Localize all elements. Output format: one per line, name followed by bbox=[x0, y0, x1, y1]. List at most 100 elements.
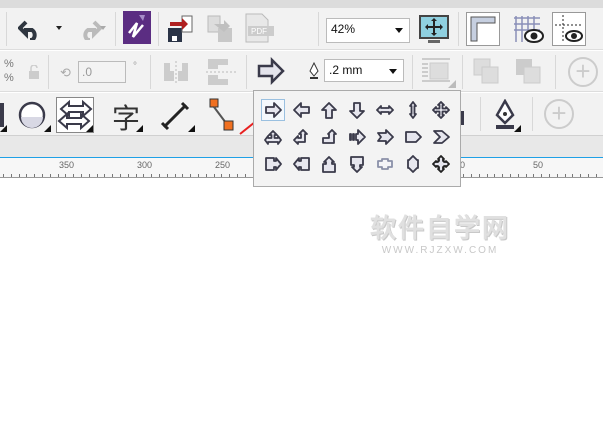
down-arrow-icon bbox=[348, 101, 365, 119]
right-callout-arrow-icon bbox=[264, 156, 282, 171]
ruler-label: 50 bbox=[533, 160, 544, 170]
outline-pen-icon bbox=[308, 61, 320, 85]
add-button[interactable]: + bbox=[568, 57, 598, 87]
wrap-text-button[interactable] bbox=[420, 56, 456, 93]
arrow-option-chevron-arrow[interactable] bbox=[429, 126, 453, 148]
cross-callout-arrow-icon bbox=[376, 157, 393, 170]
ruler-tick bbox=[463, 174, 465, 177]
ruler-tick bbox=[3, 174, 4, 177]
ruler-tick bbox=[42, 174, 43, 177]
publish-pdf-button[interactable]: PDF bbox=[242, 12, 276, 49]
outline-width-combo[interactable]: .2 mm bbox=[324, 59, 404, 82]
add-tool-button[interactable]: + bbox=[544, 99, 574, 129]
arrow-option-right-callout-arrow[interactable] bbox=[261, 153, 285, 175]
ruler-tick bbox=[595, 174, 597, 177]
arrow-option-up-left-arrow[interactable] bbox=[289, 126, 313, 148]
arrow-option-left-arrow[interactable] bbox=[289, 99, 313, 121]
ruler-tick bbox=[541, 174, 543, 177]
left-right-up-arrow-icon bbox=[263, 129, 282, 145]
arrow-option-cross-callout-arrow[interactable] bbox=[373, 153, 397, 175]
arrow-option-left-right-arrow[interactable] bbox=[373, 99, 397, 121]
arrow-option-left-callout-arrow[interactable] bbox=[289, 153, 313, 175]
ruler-tick bbox=[166, 174, 168, 177]
ruler-tick bbox=[564, 174, 566, 177]
mirror-vertical-button[interactable] bbox=[204, 57, 238, 92]
zoom-level-combo[interactable]: 42% bbox=[326, 18, 410, 43]
ruler-tick bbox=[549, 174, 550, 177]
ruler-tick bbox=[65, 174, 67, 177]
up-arrow-icon bbox=[320, 101, 337, 119]
show-guidelines-toggle[interactable] bbox=[552, 12, 586, 46]
ruler-tick bbox=[174, 174, 176, 177]
arrow-option-four-way-callout-arrow[interactable] bbox=[429, 153, 453, 175]
ruler-tick bbox=[120, 174, 121, 177]
up-callout-arrow-icon bbox=[321, 155, 336, 173]
notched-right-arrow-icon bbox=[376, 128, 394, 145]
ruler-tick bbox=[502, 174, 504, 177]
degree-unit: ° bbox=[133, 61, 137, 72]
chevron-down-icon[interactable] bbox=[389, 69, 397, 74]
show-rulers-toggle[interactable] bbox=[466, 12, 500, 46]
arrow-option-up-callout-arrow[interactable] bbox=[317, 153, 341, 175]
rotation-angle-input[interactable]: .0 bbox=[78, 61, 126, 83]
ruler-tick bbox=[572, 174, 574, 177]
rotate-icon: ⟲ bbox=[60, 65, 71, 80]
full-screen-preview-button[interactable] bbox=[418, 14, 450, 51]
undo-button[interactable] bbox=[17, 18, 44, 45]
ruler-tick bbox=[182, 174, 184, 177]
connector-tool[interactable] bbox=[206, 97, 236, 138]
drawing-canvas[interactable] bbox=[0, 179, 603, 428]
ruler-tick bbox=[471, 174, 472, 177]
right-arrow-icon bbox=[264, 101, 282, 118]
redo-dropdown[interactable] bbox=[100, 26, 106, 30]
arrow-option-four-way-arrow[interactable] bbox=[429, 99, 453, 121]
ruler-tick bbox=[221, 174, 223, 177]
ruler-tick bbox=[517, 174, 519, 177]
ellipse-tool[interactable] bbox=[18, 101, 46, 134]
ruler-tick bbox=[580, 174, 582, 177]
arrow-option-pentagon-arrow[interactable] bbox=[401, 126, 425, 148]
pentagon-arrow-icon bbox=[404, 130, 422, 143]
show-grid-toggle[interactable] bbox=[510, 12, 544, 51]
ruler-tick bbox=[190, 174, 192, 177]
arrow-option-up-down-callout-arrow[interactable] bbox=[401, 153, 425, 175]
ruler-tick bbox=[486, 174, 488, 177]
ruler-label: 300 bbox=[137, 160, 153, 170]
tool-partial[interactable] bbox=[0, 103, 4, 127]
svg-text:PDF: PDF bbox=[251, 27, 267, 36]
arrow-option-up-down-arrow[interactable] bbox=[401, 99, 425, 121]
title-strip bbox=[0, 0, 603, 8]
undo-dropdown[interactable] bbox=[56, 26, 62, 30]
arrow-option-bent-up-arrow[interactable] bbox=[317, 126, 341, 148]
import-button[interactable] bbox=[166, 12, 196, 49]
ruler-tick bbox=[588, 174, 589, 177]
arrow-option-up-arrow[interactable] bbox=[317, 99, 341, 121]
ruler-tick bbox=[533, 174, 535, 177]
arrow-option-notched-right-arrow[interactable] bbox=[373, 126, 397, 148]
to-front-button[interactable] bbox=[472, 57, 502, 92]
ruler-label: 350 bbox=[59, 160, 75, 170]
to-back-button[interactable] bbox=[514, 57, 544, 92]
arrow-option-striped-right-arrow[interactable] bbox=[345, 126, 369, 148]
corel-connect-icon[interactable] bbox=[123, 11, 151, 44]
arrow-option-down-callout-arrow[interactable] bbox=[345, 153, 369, 175]
left-callout-arrow-icon bbox=[292, 156, 310, 171]
up-down-callout-arrow-icon bbox=[406, 154, 419, 173]
ruler-tick bbox=[104, 174, 106, 177]
arrow-option-right-arrow[interactable] bbox=[261, 99, 285, 121]
redo-button[interactable] bbox=[76, 18, 103, 45]
mirror-horizontal-button[interactable] bbox=[160, 59, 194, 90]
export-button[interactable] bbox=[204, 12, 234, 49]
lock-ratio-icon[interactable] bbox=[28, 64, 40, 84]
dimension-tool[interactable] bbox=[160, 101, 190, 136]
ruler-tick bbox=[478, 174, 480, 177]
scale-percent-labels: %% bbox=[4, 58, 14, 84]
ruler-tick bbox=[510, 174, 511, 177]
ruler-tick bbox=[229, 174, 231, 177]
arrow-option-left-right-up-arrow[interactable] bbox=[261, 126, 285, 148]
arrow-option-down-arrow[interactable] bbox=[345, 99, 369, 121]
ruler-tick bbox=[34, 174, 36, 177]
chevron-down-icon[interactable] bbox=[395, 28, 403, 33]
perfect-shapes-arrow-picker[interactable] bbox=[256, 56, 286, 90]
ruler-tick bbox=[18, 174, 20, 177]
